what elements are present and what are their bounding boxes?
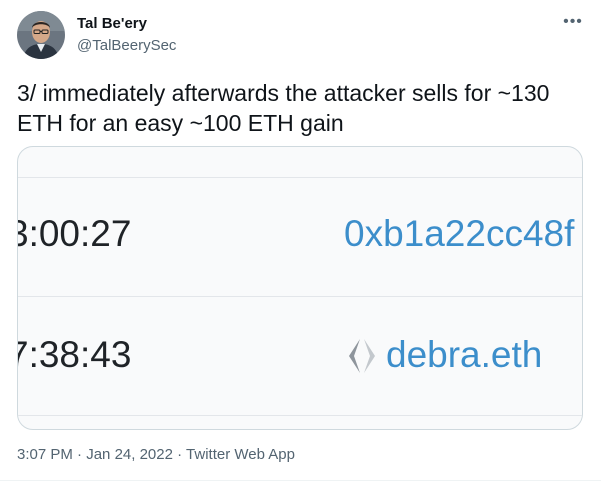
tweet: Tal Be'ery @TalBeerySec ••• 3/ immediate… bbox=[0, 0, 601, 482]
avatar-photo bbox=[17, 11, 65, 59]
more-options-icon[interactable]: ••• bbox=[559, 10, 587, 34]
transaction-time: 3:00:27 bbox=[17, 213, 132, 254]
tweet-media-image[interactable]: 3:00:27 0xb1a22cc48f 7:38:43 debra.eth bbox=[17, 146, 583, 430]
tweet-time[interactable]: 3:07 PM bbox=[17, 446, 73, 463]
ens-name: debra.eth bbox=[386, 334, 543, 375]
ens-icon bbox=[349, 339, 375, 373]
row-divider bbox=[18, 177, 582, 178]
divider bbox=[0, 480, 601, 481]
author-handle[interactable]: @TalBeerySec bbox=[77, 37, 176, 54]
tweet-metadata: 3:07 PM · Jan 24, 2022 · Twitter Web App bbox=[17, 446, 295, 463]
separator: · bbox=[77, 446, 83, 463]
tweet-text: 3/ immediately afterwards the attacker s… bbox=[17, 80, 550, 136]
separator: · bbox=[177, 446, 183, 463]
tweet-date[interactable]: Jan 24, 2022 bbox=[86, 446, 173, 463]
row-divider bbox=[18, 296, 582, 297]
row-divider bbox=[18, 415, 582, 416]
tweet-source: Twitter Web App bbox=[186, 446, 295, 463]
author-name[interactable]: Tal Be'ery bbox=[77, 15, 147, 32]
avatar[interactable] bbox=[17, 11, 65, 59]
transaction-time: 7:38:43 bbox=[17, 334, 132, 375]
wallet-address: 0xb1a22cc48f bbox=[344, 213, 575, 254]
